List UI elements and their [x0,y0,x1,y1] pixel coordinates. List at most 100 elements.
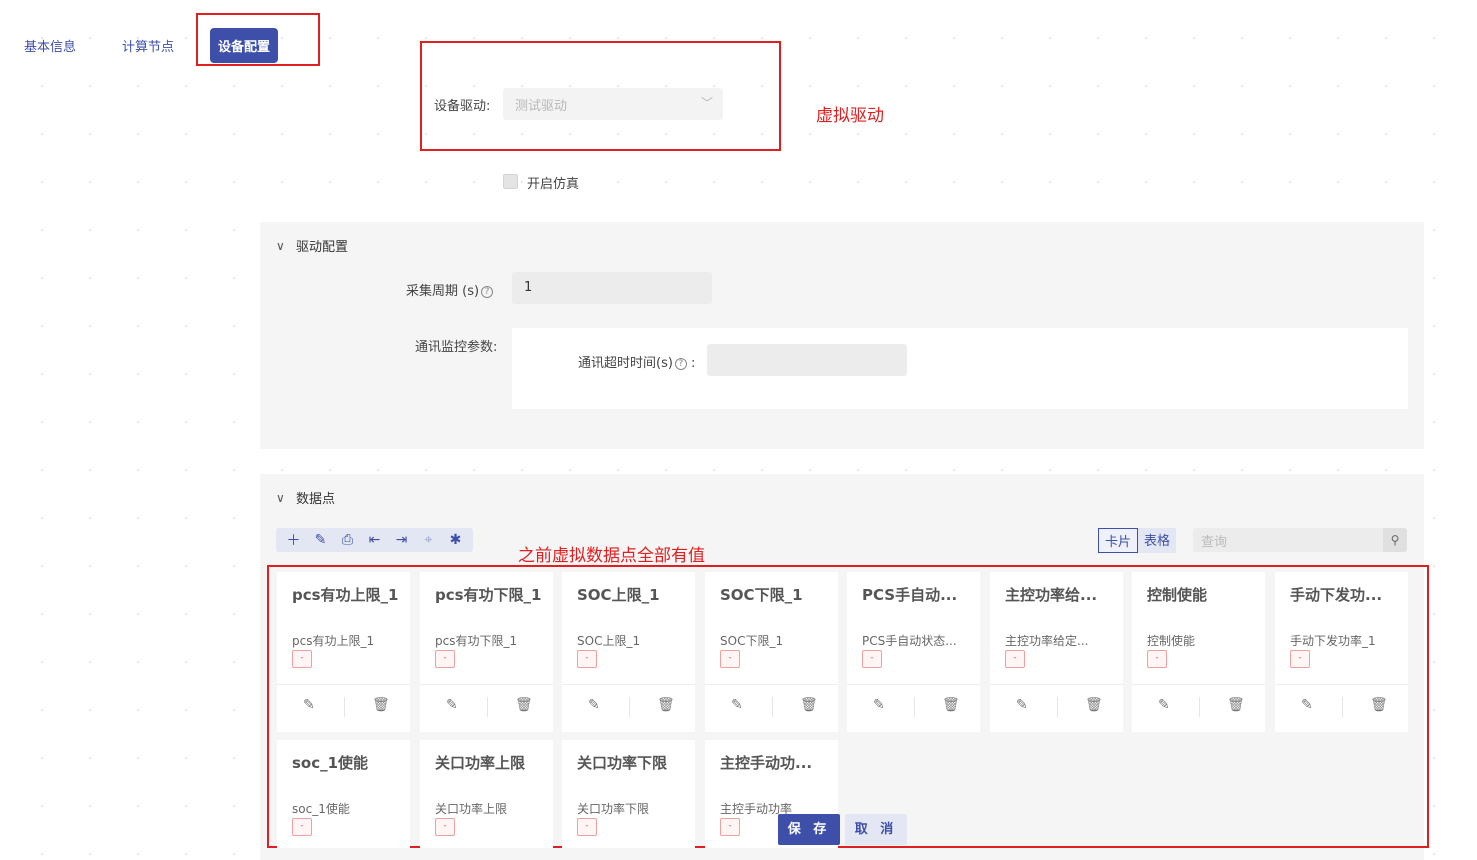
timeout-input[interactable] [707,344,907,376]
trash-icon[interactable]: 🗑 [1085,697,1103,713]
card-actions: ✎ 🗑 [847,684,980,728]
save-button[interactable]: 保 存 [778,814,840,845]
card-value-badge: - [720,650,740,668]
card-actions: ✎ 🗑 [562,684,695,728]
card-value-badge: - [1290,650,1310,668]
trash-icon[interactable]: 🗑 [1370,697,1388,713]
edit-icon[interactable]: ✎ [303,697,315,713]
card-title: 主控手动功... [720,754,813,772]
edit-icon[interactable]: ✎ [446,697,458,713]
period-input[interactable]: 1 [512,272,712,304]
data-point-card[interactable]: soc_1使能 soc_1使能 - [277,740,410,848]
divider [1199,697,1200,717]
tab-compute-node[interactable]: 计算节点 [112,30,184,61]
view-toggle: 卡片 表格 [1098,528,1177,553]
card-title: soc_1使能 [292,754,369,772]
card-subtitle: SOC上限_1 [577,634,641,648]
driver-config-title: 驱动配置 [296,240,349,255]
search-placeholder: 查询 [1201,535,1228,550]
divider [914,697,915,717]
timeout-label-text: 通讯超时时间(s) [578,356,673,371]
device-config-page: 基本信息 计算节点 设备配置 设备驱动: 测试驱动 ﹀ 虚拟驱动 开启仿真 ∨ … [0,0,1477,860]
divider [1342,697,1343,717]
driver-config-header[interactable]: ∨ 驱动配置 [276,236,349,256]
card-subtitle: soc_1使能 [292,802,350,816]
chevron-down-icon: ﹀ [700,96,713,110]
card-title: 手动下发功... [1290,586,1383,604]
data-point-card[interactable]: 主控功率给... 主控功率给定... - ✎ 🗑 [990,572,1123,732]
help-icon[interactable]: ? [674,357,687,370]
help-icon[interactable]: ? [481,285,494,298]
search-icon[interactable]: ⚲ [1383,528,1407,552]
data-point-card[interactable]: SOC上限_1 SOC上限_1- ✎ 🗑 [562,572,695,732]
trash-icon[interactable]: 🗑 [372,697,390,713]
tab-basic-info[interactable]: 基本信息 [14,30,86,61]
divider [629,697,630,717]
data-point-card[interactable]: 手动下发功... 手动下发功率_1 - ✎ 🗑 [1275,572,1408,732]
divider [487,697,488,717]
data-point-card[interactable]: pcs有功下限_1 pcs有功下限_1- ✎ 🗑 [420,572,553,732]
view-card-button[interactable]: 卡片 [1098,528,1139,553]
driver-select-value: 测试驱动 [515,99,568,114]
card-subtitle: 控制使能 [1147,634,1196,648]
card-subtitle: pcs有功下限_1 [435,634,518,648]
trash-icon[interactable]: 🗑 [942,697,960,713]
simulation-checkbox[interactable] [503,174,518,189]
edit-icon[interactable]: ✎ [1301,697,1313,713]
cancel-button[interactable]: 取 消 [845,814,907,845]
monitor-label: 通讯监控参数: [415,340,498,355]
simulation-label: 开启仿真 [527,177,580,192]
edit-icon[interactable]: ✎ [1016,697,1028,713]
card-subtitle: 手动下发功率_1 [1290,634,1376,648]
edit-icon[interactable]: ✎ [307,532,334,548]
data-points-title: 数据点 [296,492,336,507]
edit-icon[interactable]: ✎ [873,697,885,713]
annotation-virtual-driver: 虚拟驱动 [816,106,884,126]
monitor-params-box: 通讯超时时间(s)? : [512,328,1408,409]
divider [772,697,773,717]
card-title: SOC下限_1 [720,586,803,604]
card-actions: ✎ 🗑 [705,684,838,728]
data-point-card[interactable]: 关口功率下限 关口功率下限 - [562,740,695,848]
annotation-data-points: 之前虚拟数据点全部有值 [518,546,705,566]
card-value-badge: - [720,818,740,836]
data-point-card[interactable]: 控制使能 控制使能 - ✎ 🗑 [1132,572,1265,732]
edit-icon[interactable]: ✎ [588,697,600,713]
card-value-badge: - [577,650,597,668]
timeout-label: 通讯超时时间(s)? : [578,356,696,371]
export-icon[interactable]: ⇥ [388,532,415,548]
print-icon[interactable]: ⎙ [334,532,361,548]
edit-icon[interactable]: ✎ [731,697,743,713]
trash-icon[interactable]: 🗑 [657,697,675,713]
view-table-button[interactable]: 表格 [1138,528,1177,553]
period-label: 采集周期 (s)? [406,280,494,299]
card-subtitle: 主控功率给定... [1005,634,1089,648]
data-point-card[interactable]: PCS手自动... PCS手自动状态... - ✎ 🗑 [847,572,980,732]
add-icon[interactable]: ＋ [280,530,307,550]
import-icon[interactable]: ⇤ [361,532,388,548]
trash-icon[interactable]: 🗑 [515,697,533,713]
card-title: pcs有功下限_1 [435,586,542,604]
data-point-card[interactable]: 关口功率上限 关口功率上限 - [420,740,553,848]
data-points-header[interactable]: ∨ 数据点 [276,488,336,508]
search-box[interactable]: 查询 ⚲ [1193,528,1407,552]
card-title: PCS手自动... [862,586,958,604]
card-actions: ✎ 🗑 [277,684,410,728]
edit-icon[interactable]: ✎ [1158,697,1170,713]
driver-select[interactable]: 测试驱动 ﹀ [503,88,723,120]
locate-icon[interactable]: ⌖ [415,532,442,548]
card-actions: ✎ 🗑 [1132,684,1265,728]
card-title: pcs有功上限_1 [292,586,399,604]
data-point-card[interactable]: pcs有功上限_1 pcs有功上限_1- ✎ 🗑 [277,572,410,732]
card-actions: ✎ 🗑 [990,684,1123,728]
card-value-badge: - [577,818,597,836]
bug-icon[interactable]: ✱ [442,532,469,548]
chevron-down-icon: ∨ [276,490,285,505]
card-subtitle: SOC下限_1 [720,634,784,648]
trash-icon[interactable]: 🗑 [1227,697,1245,713]
card-value-badge: - [1147,650,1167,668]
annotation-box-tab [196,13,320,66]
trash-icon[interactable]: 🗑 [800,697,818,713]
card-title: 关口功率上限 [435,754,526,772]
data-point-card[interactable]: SOC下限_1 SOC下限_1- ✎ 🗑 [705,572,838,732]
